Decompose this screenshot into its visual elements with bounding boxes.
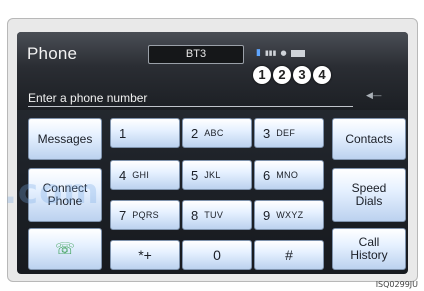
bluetooth-icon: ▮ bbox=[256, 48, 261, 58]
key-8[interactable]: 8 TUV bbox=[182, 200, 252, 230]
key-digit: 6 bbox=[263, 167, 271, 183]
messages-button[interactable]: Messages bbox=[28, 118, 102, 160]
key-digit: 8 bbox=[191, 207, 199, 223]
phone-slot-2[interactable]: 2 bbox=[273, 66, 291, 84]
key-hash[interactable]: # bbox=[254, 240, 324, 270]
key-digit: *+ bbox=[138, 246, 152, 263]
key-letters: DEF bbox=[276, 127, 296, 138]
battery-icon: ▮▮▮ bbox=[264, 49, 277, 57]
roaming-icon: ● bbox=[280, 49, 287, 57]
key-digit: 4 bbox=[119, 167, 127, 183]
speed-dials-button[interactable]: Speed Dials bbox=[332, 168, 406, 222]
key-letters: JKL bbox=[204, 169, 221, 180]
connect-phone-button-label: Connect Phone bbox=[42, 181, 88, 208]
key-4[interactable]: 4 GHI bbox=[110, 160, 180, 190]
backspace-icon[interactable]: ◀— bbox=[366, 91, 382, 101]
key-3[interactable]: 3 DEF bbox=[254, 118, 324, 148]
key-letters: WXYZ bbox=[276, 209, 304, 220]
key-2[interactable]: 2 ABC bbox=[182, 118, 252, 148]
key-digit: 9 bbox=[263, 207, 271, 223]
phone-slot-1[interactable]: 1 bbox=[253, 66, 271, 84]
bluetooth-device-name[interactable]: BT3 bbox=[148, 45, 244, 64]
key-9[interactable]: 9 WXYZ bbox=[254, 200, 324, 230]
key-5[interactable]: 5 JKL bbox=[182, 160, 252, 190]
key-7[interactable]: 7 PQRS bbox=[110, 200, 180, 230]
speed-dials-button-label: Speed Dials bbox=[351, 181, 387, 208]
key-digit: 7 bbox=[119, 207, 127, 223]
phone-slot-4[interactable]: 4 bbox=[313, 66, 331, 84]
key-letters: TUV bbox=[204, 209, 224, 220]
key-1[interactable]: 1 bbox=[110, 118, 180, 148]
key-digit: 5 bbox=[191, 167, 199, 183]
contacts-button[interactable]: Contacts bbox=[332, 118, 406, 160]
connect-phone-button[interactable]: Connect Phone bbox=[28, 168, 102, 222]
call-button[interactable]: ☏ bbox=[28, 228, 102, 270]
phone-slot-3[interactable]: 3 bbox=[293, 66, 311, 84]
key-digit: 0 bbox=[213, 246, 221, 263]
key-star[interactable]: *+ bbox=[110, 240, 180, 270]
key-letters: PQRS bbox=[132, 209, 159, 220]
signal-strength-icon bbox=[290, 49, 305, 57]
call-history-button-label: Call History bbox=[350, 235, 388, 262]
key-digit: 1 bbox=[119, 125, 127, 141]
contacts-button-label: Contacts bbox=[345, 131, 393, 146]
key-letters: MNO bbox=[276, 169, 299, 180]
figure-code: ISQ0299JU bbox=[375, 280, 418, 289]
messages-button-label: Messages bbox=[37, 131, 93, 146]
call-history-button[interactable]: Call History bbox=[332, 228, 406, 270]
page-title: Phone bbox=[27, 44, 78, 63]
key-digit: 2 bbox=[191, 125, 199, 141]
key-letters: ABC bbox=[204, 127, 224, 138]
status-indicators: ▮ ▮▮▮ ● bbox=[256, 48, 305, 58]
key-digit: 3 bbox=[263, 125, 271, 141]
phone-slot-selector: 1 2 3 4 bbox=[253, 66, 331, 84]
phone-call-icon: ☏ bbox=[54, 240, 75, 258]
input-underline bbox=[28, 106, 353, 107]
key-0[interactable]: 0 bbox=[182, 240, 252, 270]
key-letters: GHI bbox=[132, 169, 150, 180]
key-6[interactable]: 6 MNO bbox=[254, 160, 324, 190]
phone-number-input[interactable]: Enter a phone number bbox=[28, 91, 147, 105]
key-digit: # bbox=[285, 246, 293, 263]
